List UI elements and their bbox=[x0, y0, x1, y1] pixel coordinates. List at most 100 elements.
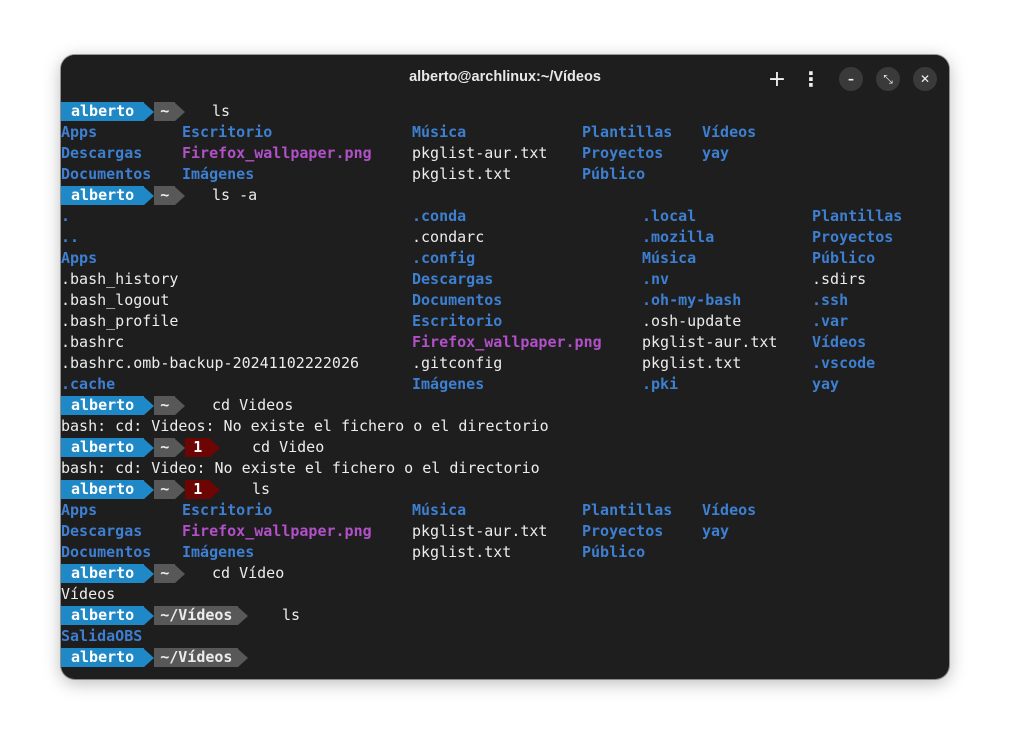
dir-entry: Proyectos bbox=[582, 522, 664, 540]
file-entry: pkglist-aur.txt bbox=[412, 144, 548, 162]
prompt-separator-icon bbox=[144, 606, 155, 625]
dir-entry: Imágenes bbox=[182, 165, 255, 183]
dir-entry: Proyectos bbox=[582, 144, 664, 162]
command-text: cd Vídeo bbox=[212, 564, 285, 582]
new-tab-button[interactable]: + bbox=[765, 66, 789, 92]
prompt-dir: ~/Vídeos bbox=[154, 648, 239, 667]
prompt-line: alberto ~ ls -a bbox=[61, 185, 949, 206]
dir-entry: yay bbox=[812, 375, 840, 393]
prompt-separator-icon bbox=[175, 564, 186, 583]
dir-entry: yay bbox=[702, 144, 730, 162]
error-line: bash: cd: Videos: No existe el fichero o… bbox=[61, 416, 949, 437]
file-entry: pkglist.txt bbox=[642, 354, 742, 372]
image-entry: Firefox_wallpaper.png bbox=[182, 144, 372, 162]
dir-entry: Escritorio bbox=[182, 123, 273, 141]
command-text: cd Videos bbox=[212, 396, 294, 414]
dir-entry: Proyectos bbox=[812, 228, 894, 246]
close-button[interactable]: ✕ bbox=[913, 67, 937, 91]
title-bar[interactable]: alberto@archlinux:~/Vídeos + ⋮ – ⤡ ✕ bbox=[61, 55, 949, 101]
dir-entry: Apps bbox=[61, 249, 98, 267]
dir-entry: Descargas bbox=[412, 270, 494, 288]
ls-row: .bash_history Descargas .nv .sdirs bbox=[61, 269, 949, 290]
prompt-separator-icon bbox=[210, 480, 221, 499]
prompt-user: alberto bbox=[61, 186, 145, 205]
dir-entry: .cache bbox=[61, 375, 116, 393]
file-entry: .osh-update bbox=[642, 312, 742, 330]
error-line: bash: cd: Video: No existe el fichero o … bbox=[61, 458, 949, 479]
prompt-line[interactable]: alberto ~/Vídeos bbox=[61, 647, 949, 668]
prompt-separator-icon bbox=[175, 480, 186, 499]
dir-entry: Vídeos bbox=[812, 333, 867, 351]
dir-entry: Plantillas bbox=[812, 207, 903, 225]
terminal-output[interactable]: alberto ~ ls Apps Escritorio Música Plant… bbox=[61, 101, 949, 668]
dir-entry: Público bbox=[582, 543, 646, 561]
dir-entry: .vscode bbox=[812, 354, 876, 372]
file-entry: .bash_logout bbox=[61, 291, 170, 309]
ls-row: .bashrc Firefox_wallpaper.png pkglist-au… bbox=[61, 332, 949, 353]
file-entry: pkglist-aur.txt bbox=[412, 522, 548, 540]
dir-entry: .oh-my-bash bbox=[642, 291, 742, 309]
ls-row: SalidaOBS bbox=[61, 626, 949, 647]
plus-icon: + bbox=[767, 66, 787, 92]
prompt: alberto ~ bbox=[61, 102, 186, 121]
prompt-exit-code: 1 bbox=[185, 438, 211, 457]
ls-row: .bash_logout Documentos .oh-my-bash .ssh bbox=[61, 290, 949, 311]
file-entry: .bashrc bbox=[61, 333, 125, 351]
file-entry: pkglist-aur.txt bbox=[642, 333, 778, 351]
cd-output: Vídeos bbox=[61, 585, 116, 603]
dir-entry: .local bbox=[642, 207, 697, 225]
prompt-line: alberto ~ cd Vídeo bbox=[61, 563, 949, 584]
restore-button[interactable]: ⤡ bbox=[876, 67, 900, 91]
prompt-separator-icon bbox=[144, 102, 155, 121]
restore-icon: ⤡ bbox=[883, 71, 893, 86]
dir-entry: Documentos bbox=[61, 543, 152, 561]
prompt-separator-icon bbox=[175, 438, 186, 457]
dir-entry: .nv bbox=[642, 270, 670, 288]
prompt-dir: ~/Vídeos bbox=[154, 606, 239, 625]
prompt-line: alberto ~/Vídeos ls bbox=[61, 605, 949, 626]
prompt-separator-icon bbox=[175, 102, 186, 121]
ls-row: .bash_profile Escritorio .osh-update .va… bbox=[61, 311, 949, 332]
command-text: ls bbox=[212, 102, 231, 120]
ls-row: .cache Imágenes .pki yay bbox=[61, 374, 949, 395]
prompt-line: alberto ~1 cd Video bbox=[61, 437, 949, 458]
prompt: alberto ~1 bbox=[61, 480, 221, 499]
dir-entry: Música bbox=[412, 501, 467, 519]
dir-entry: .pki bbox=[642, 375, 679, 393]
prompt-separator-icon bbox=[210, 438, 221, 457]
dir-entry: .. bbox=[61, 228, 80, 246]
ls-row: Apps Escritorio Música Plantillas Vídeos bbox=[61, 122, 949, 143]
dir-entry: yay bbox=[702, 522, 730, 540]
prompt-separator-icon bbox=[144, 186, 155, 205]
error-message: bash: cd: Video: No existe el fichero o … bbox=[61, 459, 540, 477]
dir-entry: Escritorio bbox=[182, 501, 273, 519]
dir-entry: .ssh bbox=[812, 291, 849, 309]
dir-entry: Plantillas bbox=[582, 501, 673, 519]
file-entry: .condarc bbox=[412, 228, 485, 246]
prompt-dir: ~ bbox=[154, 186, 176, 205]
prompt-dir: ~ bbox=[154, 438, 176, 457]
prompt-separator-icon bbox=[238, 648, 249, 667]
dir-entry: Documentos bbox=[61, 165, 152, 183]
dir-entry: Imágenes bbox=[412, 375, 485, 393]
prompt-user: alberto bbox=[61, 606, 145, 625]
prompt: alberto ~ bbox=[61, 186, 186, 205]
ls-row: Descargas Firefox_wallpaper.png pkglist-… bbox=[61, 521, 949, 542]
prompt-line: alberto ~ cd Videos bbox=[61, 395, 949, 416]
ls-row: Descargas Firefox_wallpaper.png pkglist-… bbox=[61, 143, 949, 164]
prompt-dir: ~ bbox=[154, 396, 176, 415]
output-line: Vídeos bbox=[61, 584, 949, 605]
dir-entry: Documentos bbox=[412, 291, 503, 309]
prompt: alberto ~ bbox=[61, 396, 186, 415]
ls-row: Apps .config Música Público bbox=[61, 248, 949, 269]
command-text: cd Video bbox=[252, 438, 325, 456]
minimize-button[interactable]: – bbox=[839, 67, 863, 91]
menu-button[interactable]: ⋮ bbox=[799, 67, 823, 91]
prompt-dir: ~ bbox=[154, 564, 176, 583]
prompt-user: alberto bbox=[61, 648, 145, 667]
dir-entry: .var bbox=[812, 312, 849, 330]
file-entry: .bashrc.omb-backup-20241102222026 bbox=[61, 354, 360, 372]
prompt-separator-icon bbox=[144, 438, 155, 457]
kebab-menu-icon: ⋮ bbox=[801, 67, 821, 91]
dir-entry: SalidaOBS bbox=[61, 627, 143, 645]
